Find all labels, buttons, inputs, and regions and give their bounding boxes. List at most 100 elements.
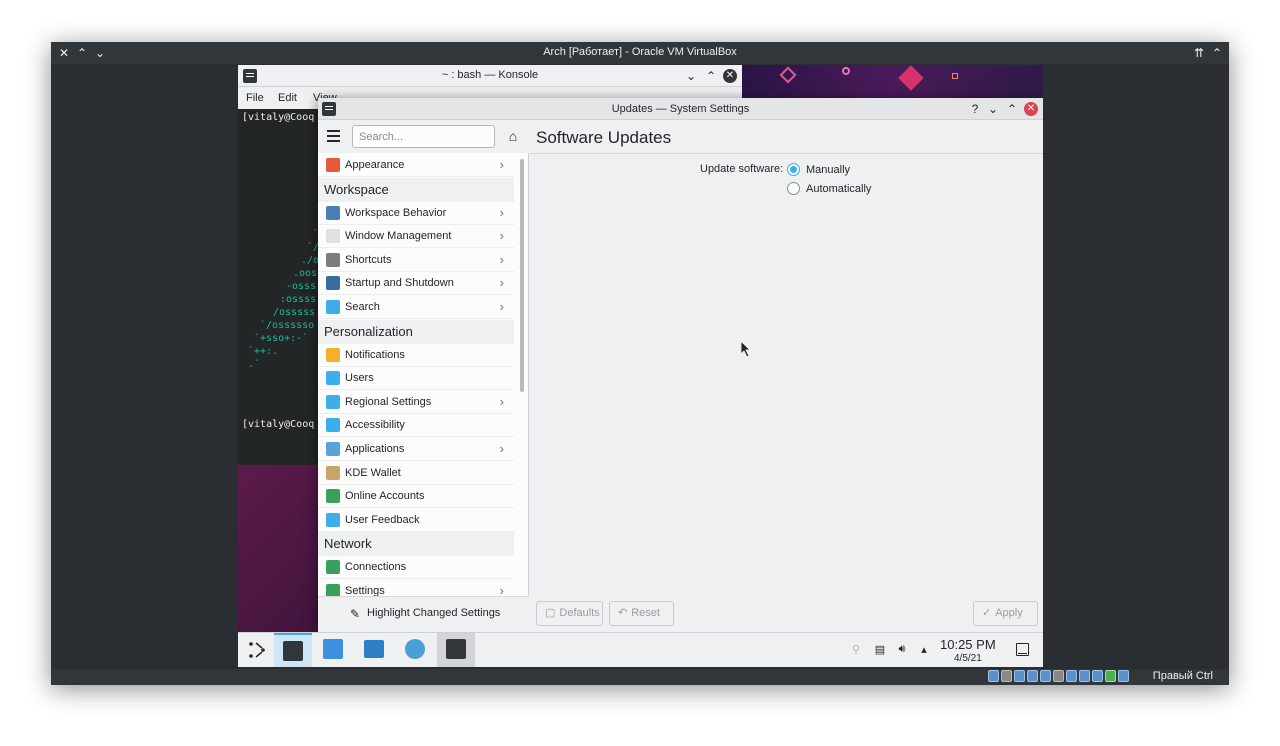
ascii-art-line: `/ossssso: [260, 320, 315, 331]
appearance-icon: [326, 158, 340, 172]
user-icon[interactable]: ⚲: [850, 643, 862, 656]
close-icon[interactable]: ✕: [1024, 102, 1038, 116]
mouse-integration-icon[interactable]: [1105, 670, 1116, 682]
clock-time[interactable]: 10:25 PM: [940, 637, 996, 652]
sidebar-item-users[interactable]: Users: [318, 367, 514, 391]
globe-icon: [405, 639, 425, 659]
connections-icon: [326, 560, 340, 575]
sidebar-scrollbar[interactable]: [520, 159, 524, 392]
optical-drive-icon[interactable]: [1001, 670, 1012, 682]
sidebar-item-label: Settings: [345, 585, 385, 596]
search-input[interactable]: [352, 125, 495, 148]
volume-icon[interactable]: 🔊︎: [896, 643, 908, 656]
ascii-art-line: .`: [248, 359, 261, 370]
network-icon[interactable]: [1027, 670, 1038, 682]
status-icons: [988, 670, 1129, 684]
host-key-label: Правый Ctrl: [1152, 670, 1213, 682]
sidebar-item-workspace-behavior[interactable]: Workspace Behavior ›: [318, 202, 514, 225]
help-icon[interactable]: ?: [968, 102, 982, 116]
hdd-icon[interactable]: [988, 670, 999, 682]
kde-wallet-icon: [326, 465, 340, 480]
automatically-radio[interactable]: [787, 182, 800, 195]
minimize-icon[interactable]: ⌄: [986, 102, 1000, 116]
reset-button[interactable]: ↶ Reset: [609, 601, 674, 626]
display-icon[interactable]: [1066, 670, 1077, 682]
ascii-art-line: ./o: [301, 255, 320, 266]
menu-file[interactable]: File: [246, 92, 264, 104]
manually-radio[interactable]: [787, 163, 800, 176]
section-header: Personalization: [318, 319, 514, 344]
maximize-icon[interactable]: ⌃: [1005, 102, 1019, 116]
virtualbox-titlebar: ✕ ⌃ ⌄ Arch [Работает] - Oracle VM Virtua…: [51, 42, 1229, 64]
cpu-icon[interactable]: [1092, 670, 1103, 682]
menu-edit[interactable]: Edit: [278, 92, 297, 104]
task-konsole[interactable]: [437, 633, 475, 667]
automatically-label[interactable]: Automatically: [806, 183, 871, 195]
highlight-label: Highlight Changed Settings: [367, 607, 501, 619]
sidebar-item-notifications[interactable]: Notifications: [318, 344, 514, 367]
sidebar-item-regional-settings[interactable]: Regional Settings ›: [318, 391, 514, 414]
sidebar-item-label: KDE Wallet: [345, 466, 401, 479]
close-icon[interactable]: ✕: [723, 69, 737, 83]
chevron-right-icon: ›: [499, 583, 504, 596]
maximize-icon[interactable]: ⌃: [1209, 45, 1225, 61]
settings-window-title: Updates — System Settings: [611, 103, 750, 115]
sidebar-item-user-feedback[interactable]: User Feedback: [318, 509, 514, 532]
ascii-art-line: .oos: [293, 268, 318, 279]
sidebar-item-settings[interactable]: Settings ›: [318, 580, 514, 596]
sidebar-item-applications[interactable]: Applications ›: [318, 438, 514, 461]
hamburger-menu-icon[interactable]: [327, 130, 341, 142]
ascii-art-line: `+sso+:-`: [254, 333, 309, 344]
usb-icon[interactable]: [1040, 670, 1051, 682]
sidebar-item-shortcuts[interactable]: Shortcuts ›: [318, 249, 514, 272]
sidebar-item-kde-wallet[interactable]: KDE Wallet: [318, 462, 514, 485]
minimize-icon[interactable]: ⌄: [684, 69, 698, 83]
application-launcher[interactable]: [238, 633, 276, 667]
terminal-icon: [446, 639, 466, 659]
apply-button[interactable]: ✓ Apply: [973, 601, 1038, 626]
sidebar-item-label: Window Management: [345, 230, 452, 243]
clock-date[interactable]: 4/5/21: [954, 653, 982, 664]
sidebar-footer: ✎ Highlight Changed Settings: [318, 596, 529, 634]
sidebar-item-connections[interactable]: Connections: [318, 556, 514, 580]
maximize-icon[interactable]: ⌃: [704, 69, 718, 83]
clipboard-icon[interactable]: ▤: [874, 643, 886, 656]
recording-icon[interactable]: [1079, 670, 1090, 682]
sidebar-item-label: Startup and Shutdown: [345, 277, 454, 290]
tray-expand-icon[interactable]: ▴: [918, 643, 930, 656]
keyboard-icon[interactable]: [1118, 670, 1129, 682]
shared-folders-icon[interactable]: [1053, 670, 1064, 682]
defaults-button[interactable]: ▢ Defaults: [536, 601, 603, 626]
manually-label[interactable]: Manually: [806, 164, 850, 176]
settings-sidebar: ⌂ Appearance › Workspace Workspace Behavior…: [318, 121, 529, 634]
sidebar-item-label: Accessibility: [345, 419, 405, 432]
task-discover[interactable]: [314, 633, 352, 667]
show-desktop-icon[interactable]: [1016, 643, 1029, 656]
keep-above-icon[interactable]: ⇈: [1191, 45, 1207, 61]
divider: [530, 153, 1043, 154]
virtualbox-statusbar: Правый Ctrl: [51, 669, 1229, 685]
task-dolphin[interactable]: [355, 633, 393, 667]
sidebar-item-search[interactable]: Search ›: [318, 296, 514, 319]
sidebar-item-accessibility[interactable]: Accessibility: [318, 414, 514, 438]
section-header: Workspace: [318, 177, 514, 202]
highlight-changed-settings-button[interactable]: ✎ Highlight Changed Settings: [350, 607, 500, 625]
document-icon: ▢: [545, 607, 556, 619]
system-settings-icon: [283, 641, 303, 661]
audio-icon[interactable]: [1014, 670, 1025, 682]
sidebar-item-startup-and-shutdown[interactable]: Startup and Shutdown ›: [318, 272, 514, 296]
task-system-settings[interactable]: [274, 633, 312, 667]
sidebar-item-window-management[interactable]: Window Management ›: [318, 225, 514, 249]
task-browser[interactable]: [396, 633, 434, 667]
chevron-right-icon: ›: [499, 299, 504, 314]
terminal-prompt: [vitaly@Cooq: [242, 419, 315, 430]
sidebar-item-online-accounts[interactable]: Online Accounts: [318, 485, 514, 509]
section-label: Personalization: [324, 323, 413, 339]
sidebar-item-appearance[interactable]: Appearance ›: [318, 154, 514, 177]
sidebar-item-label: Connections: [345, 561, 407, 574]
sidebar-item-label: Regional Settings: [345, 395, 432, 408]
applications-icon: [326, 442, 340, 456]
konsole-title: ~ : bash — Konsole: [441, 69, 539, 81]
home-icon[interactable]: ⌂: [505, 128, 521, 144]
settings-content: Software Updates Update software: Manual…: [530, 121, 1043, 634]
